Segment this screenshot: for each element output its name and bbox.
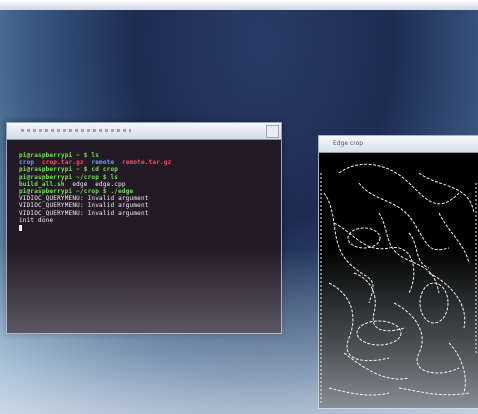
terminal-text: crop (19, 159, 42, 167)
terminal-text: remote.tar.gz (121, 159, 172, 167)
terminal-text: init done (19, 216, 54, 224)
desktop: { "terminal": { "lines": [ [{"t":"pi@ras… (0, 0, 478, 414)
terminal-text: pi@raspberrypi ~/crop $ ./edge (19, 188, 134, 196)
terminal-text: crop.tar.gz (41, 159, 92, 167)
terminal-text: build_all.sh (19, 180, 73, 188)
edge-window[interactable]: Edge crop (318, 135, 478, 409)
terminal-text: VIDIOC_QUERYMENU: Invalid argument (19, 195, 149, 203)
terminal-title-text (21, 129, 131, 132)
screen-top-edge (0, 0, 478, 10)
terminal-output[interactable]: pi@raspberrypi ~ $ ls crop crop.tar.gz re… (7, 140, 281, 231)
terminal-line: pi@raspberrypi ~ $ ls (19, 152, 281, 159)
terminal-cursor (19, 224, 22, 231)
close-icon[interactable] (266, 125, 279, 138)
terminal-text: VIDIOC_QUERYMENU: Invalid argument (19, 209, 149, 217)
terminal-text: pi@raspberrypi ~ $ cd crop (19, 166, 119, 174)
edge-titlebar[interactable]: Edge crop (319, 136, 478, 153)
terminal-line: pi@raspberrypi ~/crop $ ls (19, 174, 281, 181)
terminal-line: VIDIOC_QUERYMENU: Invalid argument (19, 202, 281, 209)
edge-window-title: Edge crop (333, 140, 364, 147)
terminal-text: VIDIOC_QUERYMENU: Invalid argument (19, 202, 149, 210)
terminal-line: crop crop.tar.gz remote remote.tar.gz (19, 159, 281, 166)
terminal-line: build_all.sh edge edge.cpp (19, 181, 281, 188)
terminal-text: edge edge.cpp (72, 180, 126, 188)
terminal-text: pi@raspberrypi ~/crop $ ls (19, 173, 119, 181)
terminal-line: VIDIOC_QUERYMENU: Invalid argument (19, 195, 281, 202)
terminal-titlebar[interactable] (7, 123, 281, 140)
terminal-line: pi@raspberrypi ~ $ cd crop (19, 166, 281, 173)
terminal-line: VIDIOC_QUERYMENU: Invalid argument (19, 210, 281, 217)
edge-detection-image (319, 153, 478, 408)
terminal-text: remote (91, 159, 122, 167)
terminal-text: pi@raspberrypi ~ $ ls (19, 152, 100, 159)
terminal-line: pi@raspberrypi ~/crop $ ./edge (19, 188, 281, 195)
terminal-line: init done (19, 217, 281, 224)
terminal-window[interactable]: pi@raspberrypi ~ $ ls crop crop.tar.gz re… (6, 122, 282, 334)
